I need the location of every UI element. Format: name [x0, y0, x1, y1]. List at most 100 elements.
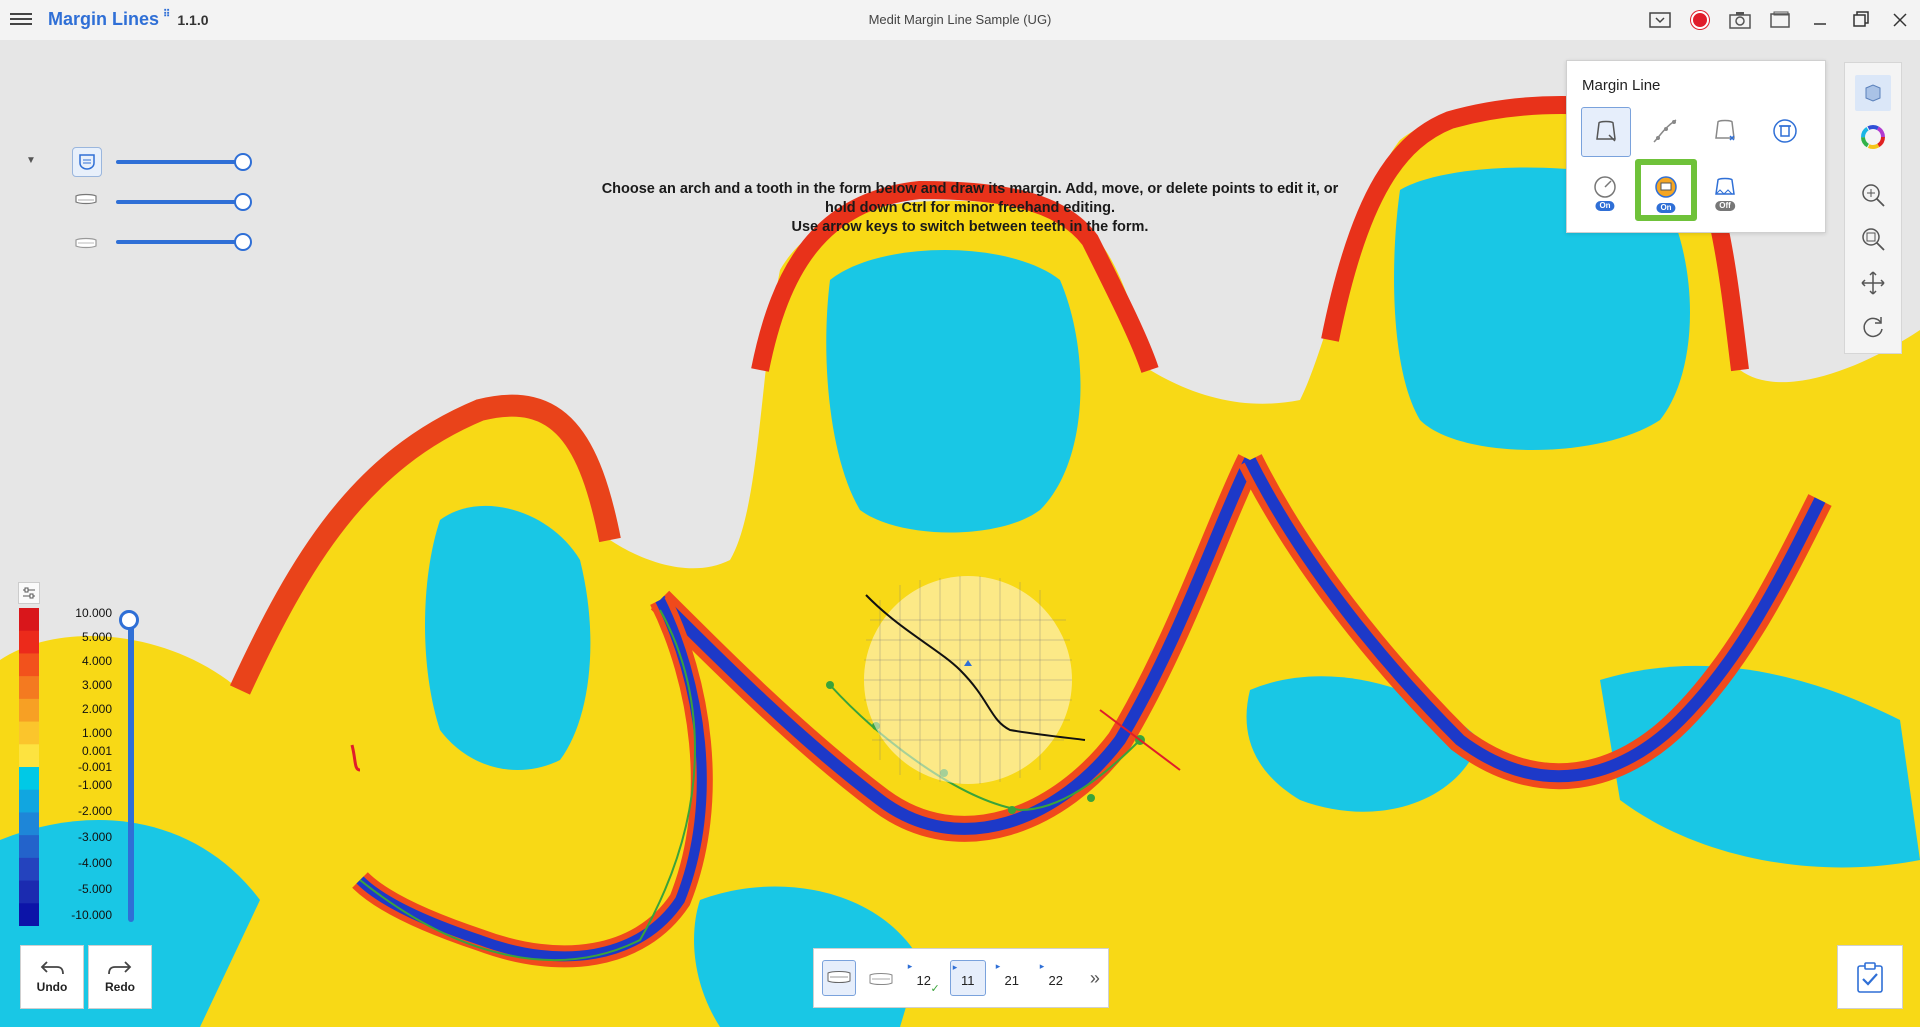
deviation-legend: 10.000 5.000 4.000 3.000 2.000 1.000 0.001 -0.0…	[16, 582, 112, 930]
toggle-off-badge: Off	[1715, 201, 1735, 211]
redo-icon	[108, 961, 132, 975]
legend-label: -10.000	[71, 908, 112, 922]
legend-color-bar	[19, 608, 39, 926]
zoom-in-button[interactable]	[1855, 177, 1891, 213]
lower-arch-button[interactable]	[864, 960, 898, 996]
legend-color-swatch	[19, 857, 39, 882]
tooth-undercut-icon	[1715, 177, 1735, 195]
smart-margin-tool-button[interactable]	[1701, 107, 1749, 155]
undo-button[interactable]: Undo	[20, 945, 84, 1009]
auto-margin-tool-button[interactable]	[1581, 107, 1631, 157]
legend-label: 4.000	[81, 654, 112, 668]
legend-color-swatch	[19, 789, 39, 813]
toggle-on-badge: On	[1595, 201, 1615, 211]
tooth-edit-icon	[1715, 119, 1735, 141]
compass-icon	[1594, 176, 1616, 198]
layer-opacity-panel: ▼	[20, 145, 252, 265]
trash-target-icon	[1773, 119, 1797, 143]
margin-flag-icon: ▸	[907, 961, 913, 971]
more-teeth-button[interactable]: »	[1082, 960, 1108, 996]
upper-arch-icon	[827, 971, 851, 983]
legend-label: -3.000	[77, 830, 112, 844]
minimize-icon[interactable]	[1800, 0, 1840, 40]
legend-color-swatch	[19, 767, 39, 791]
upper-jaw-icon[interactable]	[72, 187, 100, 215]
zoom-in-icon	[1862, 184, 1885, 207]
margin-flag-icon: ▸	[995, 961, 1001, 971]
record-icon[interactable]	[1680, 0, 1720, 40]
tooth-auto-icon	[1596, 120, 1616, 142]
magnifier-icon	[1655, 176, 1677, 198]
draw-margin-tool-button[interactable]	[1641, 107, 1689, 155]
tooth-button[interactable]: ▸ 11	[949, 960, 986, 996]
zoom-fit-icon	[1862, 228, 1885, 251]
color-map-button[interactable]	[1855, 119, 1891, 155]
legend-label: 3.000	[81, 678, 112, 692]
window-capture-icon[interactable]	[1760, 0, 1800, 40]
opacity-slider-knob[interactable]	[234, 233, 252, 251]
toggle-on-badge: On	[1656, 203, 1676, 213]
deviation-range-knob[interactable]	[119, 610, 139, 630]
pan-arrows-icon	[1861, 271, 1885, 295]
opacity-slider-knob[interactable]	[234, 193, 252, 211]
instruction-line-2: hold down Ctrl for minor freehand editin…	[825, 200, 1115, 216]
toggle-direction-button[interactable]: On	[1581, 165, 1629, 213]
maximize-icon[interactable]	[1840, 0, 1880, 40]
upper-arch-button[interactable]	[822, 960, 856, 996]
window-title: Medit Margin Line Sample (UG)	[868, 12, 1052, 27]
deviation-range-slider[interactable]	[128, 620, 134, 922]
zoom-fit-button[interactable]	[1855, 221, 1891, 257]
opacity-slider-knob[interactable]	[234, 153, 252, 171]
tooth-button[interactable]: ▸ 22	[1038, 960, 1074, 996]
legend-color-swatch	[19, 676, 39, 700]
legend-label: 10.000	[75, 606, 112, 620]
legend-color-swatch	[19, 744, 39, 768]
undo-icon	[40, 961, 64, 975]
legend-color-swatch	[19, 812, 39, 836]
opacity-slider-track[interactable]	[116, 160, 244, 164]
opacity-slider-track[interactable]	[116, 200, 244, 204]
instruction-line-3: Use arrow keys to switch between teeth i…	[791, 219, 1149, 235]
redo-button[interactable]: Redo	[88, 945, 152, 1009]
layer-row-prep: ▼	[20, 145, 252, 185]
legend-color-swatch	[19, 835, 39, 859]
tooth-number: 22	[1048, 972, 1063, 988]
view-cube-button[interactable]	[1855, 75, 1891, 111]
pan-button[interactable]	[1855, 265, 1891, 301]
legend-label: 1.000	[81, 726, 112, 740]
legend-label: 2.000	[81, 702, 112, 716]
view-toolbar	[1844, 62, 1902, 354]
legend-label: 0.001	[81, 744, 112, 758]
redo-label: Redo	[105, 980, 135, 994]
rotate-button[interactable]	[1855, 309, 1891, 345]
tooth-button[interactable]: ▸ 12 ✓	[906, 960, 942, 996]
help-icon[interactable]	[1640, 0, 1680, 40]
legend-color-swatch	[19, 698, 39, 723]
legend-color-swatch	[19, 903, 39, 926]
tooth-number: 21	[1004, 972, 1019, 988]
delete-margin-button[interactable]	[1761, 107, 1809, 155]
opacity-slider-track[interactable]	[116, 240, 244, 244]
completed-check-icon: ✓	[930, 983, 940, 995]
legend-label: -0.001	[77, 760, 112, 774]
title-bar: Margin Lines ⠿ 1.1.0 Medit Margin Line Sa…	[0, 0, 1920, 40]
legend-settings-icon[interactable]	[18, 582, 40, 604]
collapse-caret-icon[interactable]: ▼	[26, 155, 36, 166]
lower-jaw-icon[interactable]	[72, 227, 100, 255]
tooth-number: 11	[960, 972, 975, 988]
color-wheel-icon	[1861, 125, 1885, 149]
legend-label: 5.000	[81, 630, 112, 644]
show-undercut-toggle-button[interactable]: Off	[1701, 165, 1749, 213]
rotate-icon	[1863, 317, 1883, 338]
magnifier-toggle-button[interactable]: On	[1635, 159, 1697, 221]
legend-label: -5.000	[77, 882, 112, 896]
screenshot-icon[interactable]	[1720, 0, 1760, 40]
legend-color-swatch	[19, 608, 39, 632]
legend-label: -2.000	[77, 804, 112, 818]
close-icon[interactable]	[1880, 0, 1920, 40]
clipboard-check-icon	[1857, 962, 1883, 993]
confirm-button[interactable]	[1837, 945, 1903, 1009]
prep-scan-icon[interactable]	[72, 147, 102, 177]
tooth-button[interactable]: ▸ 21	[994, 960, 1030, 996]
margin-flag-icon: ▸	[952, 962, 958, 972]
